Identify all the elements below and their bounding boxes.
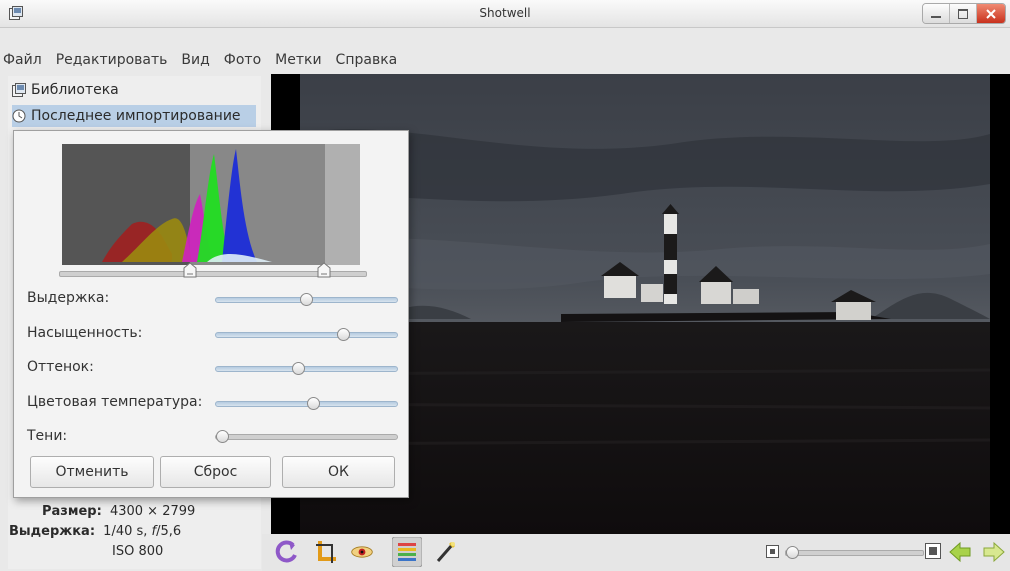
sidebar-item-label: Последнее импортирование [31, 108, 241, 124]
slider-knob[interactable] [291, 362, 305, 375]
window-controls [922, 3, 1006, 24]
histogram [62, 144, 360, 265]
rotate-icon[interactable] [275, 539, 299, 565]
maximize-button[interactable] [950, 4, 977, 23]
redeye-icon[interactable] [350, 539, 374, 565]
slider-knob[interactable] [336, 328, 350, 341]
property-value: 1/40 s, f/5,6 [103, 524, 182, 539]
adjust-dialog: Выдержка: Насыщенность: Оттенок: Цветова… [13, 130, 409, 498]
slider-knob[interactable] [786, 546, 799, 559]
menu-help[interactable]: Справка [329, 48, 405, 75]
zoom-in-icon[interactable] [925, 543, 941, 559]
slider-knob[interactable] [216, 430, 229, 443]
ok-button[interactable]: ОК [282, 456, 395, 488]
saturation-label: Насыщенность: [27, 325, 143, 341]
exposure-slider[interactable] [215, 293, 398, 306]
enhance-icon[interactable] [434, 539, 458, 565]
menu-view[interactable]: Вид [174, 48, 216, 75]
temperature-label: Цветовая температура: [27, 394, 203, 410]
tint-slider[interactable] [215, 362, 398, 375]
shadows-label: Тени: [27, 428, 68, 444]
property-iso: ISO 800 [112, 544, 164, 559]
library-icon [12, 83, 26, 97]
menu-photo[interactable]: Фото [217, 48, 268, 75]
title-bar: Shotwell [0, 0, 1010, 28]
close-icon [986, 8, 996, 19]
minimize-button[interactable] [923, 4, 950, 23]
levels-high-handle[interactable] [316, 262, 332, 278]
levels-low-handle[interactable] [182, 262, 198, 278]
maximize-icon [958, 8, 968, 19]
temperature-slider[interactable] [215, 397, 398, 410]
window-title: Shotwell [479, 6, 531, 20]
close-button[interactable] [977, 4, 1005, 23]
slider-knob[interactable] [306, 397, 320, 410]
clock-icon [12, 109, 26, 123]
exposure-label: Выдержка: [27, 290, 110, 306]
menu-edit[interactable]: Редактировать [49, 48, 175, 75]
slider-knob[interactable] [300, 293, 313, 306]
sidebar-item-library[interactable]: Библиотека [12, 79, 256, 101]
sidebar-item-last-import[interactable]: Последнее импортирование [12, 105, 256, 127]
property-size: Размер: 4300 × 2799 [42, 504, 195, 519]
property-label: Размер: [42, 504, 102, 519]
shadows-slider[interactable] [215, 430, 398, 443]
menu-file[interactable]: Файл [0, 48, 49, 75]
property-exposure: Выдержка: 1/40 s, f/5,6 [9, 524, 181, 539]
adjust-icon[interactable] [392, 537, 422, 567]
sidebar-item-label: Библиотека [31, 82, 119, 98]
property-label: Выдержка: [9, 524, 96, 539]
tint-label: Оттенок: [27, 359, 94, 375]
cancel-button[interactable]: Отменить [30, 456, 154, 488]
menu-bar: Файл Редактировать Вид Фото Метки Справк… [0, 48, 1010, 75]
crop-icon[interactable] [314, 539, 338, 565]
next-photo-arrow-icon[interactable] [982, 540, 1006, 564]
reset-button[interactable]: Сброс [160, 456, 271, 488]
zoom-out-icon[interactable] [766, 545, 779, 558]
minimize-icon [931, 15, 941, 18]
property-value: 4300 × 2799 [109, 504, 196, 519]
zoom-slider[interactable] [785, 546, 924, 559]
saturation-slider[interactable] [215, 328, 398, 341]
bottom-toolbar [262, 534, 1010, 571]
previous-photo-arrow-icon[interactable] [948, 540, 972, 564]
menu-tags[interactable]: Метки [268, 48, 328, 75]
